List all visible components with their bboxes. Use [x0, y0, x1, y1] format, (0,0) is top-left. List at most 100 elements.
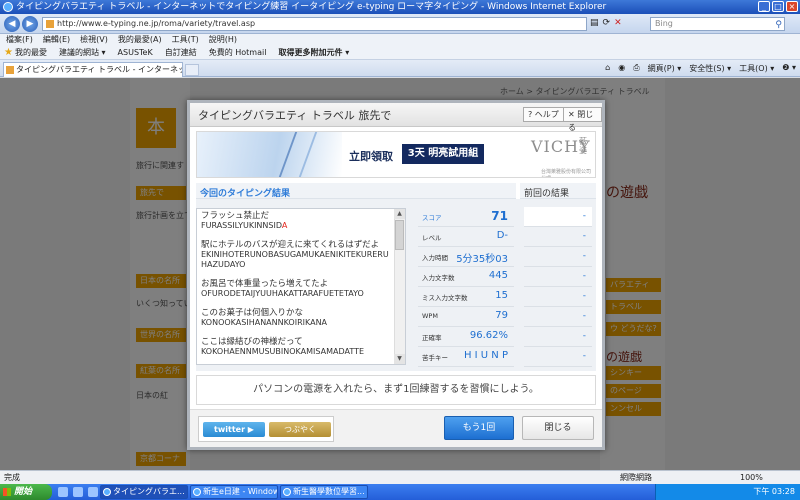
- taskbar-item[interactable]: 新生醫學數位學習...: [280, 485, 368, 499]
- menu-edit[interactable]: 編輯(E): [43, 34, 70, 46]
- home-icon[interactable]: ⌂: [605, 63, 610, 74]
- address-tools: ▤ ⟳ ✕: [590, 18, 622, 28]
- window-close-button[interactable]: ×: [786, 1, 798, 12]
- clock[interactable]: 下午 03:28: [753, 487, 795, 496]
- prev-value: -: [582, 331, 586, 341]
- stat-label: 苦手キー: [422, 354, 448, 362]
- stat-value: 5分35秒03: [456, 254, 508, 265]
- quick-launch-icon[interactable]: [88, 487, 98, 497]
- menu-favorites[interactable]: 我的最愛(A): [118, 34, 162, 46]
- scroll-thumb[interactable]: [395, 220, 404, 250]
- stat-label: ミス入力文字数: [422, 294, 468, 302]
- window-title: タイピングバラエティ トラベル - インターネットでタイピング練習 イータイピン…: [16, 2, 607, 12]
- word-romaji: KONOOKASIHANANNKOIRIKANA: [201, 318, 328, 327]
- stat-value: D-: [496, 230, 508, 241]
- quick-launch: [58, 487, 98, 497]
- page-icon: [46, 20, 54, 28]
- prev-value: -: [582, 231, 586, 241]
- fav-custom-links[interactable]: 自訂連結: [165, 46, 197, 59]
- dialog-footer: twitter ▶ つぶやく もう1回 閉じる: [190, 409, 602, 447]
- tweet-button[interactable]: つぶやく: [269, 422, 331, 437]
- stat-value: 96.62%: [469, 330, 508, 341]
- back-button[interactable]: ◀: [4, 16, 20, 32]
- favorites-button[interactable]: ★ 我的最愛: [4, 46, 47, 59]
- scroll-down-icon[interactable]: ▼: [394, 354, 405, 364]
- ad-brand-sub: 薇姿: [579, 137, 587, 155]
- stats-table: スコア 71 レベル D- 入力時間 5分35秒03 入力文字数 445 ミス入力文字数…: [418, 207, 514, 367]
- feeds-icon[interactable]: ◉: [618, 63, 625, 74]
- ad-trial-badge: 3天 明亮試用組: [402, 144, 484, 164]
- menu-help[interactable]: 說明(H): [209, 34, 237, 46]
- compat-icon[interactable]: ▤: [590, 18, 599, 28]
- retry-button[interactable]: もう1回: [444, 416, 514, 440]
- word-japanese: ここは縁結びの神様だって: [201, 337, 303, 347]
- cmd-safety[interactable]: 安全性(S) ▾: [689, 63, 731, 74]
- fav-asustek[interactable]: ASUSTeK: [118, 46, 153, 59]
- results-header: 今回のタイピング結果: [196, 183, 516, 199]
- prev-value: -: [582, 251, 586, 261]
- search-input[interactable]: Bing ⚲: [650, 17, 785, 31]
- fav-suggested-sites[interactable]: 建議的網站 ▾: [59, 46, 106, 59]
- url-input[interactable]: http://www.e-typing.ne.jp/roma/variety/t…: [42, 17, 587, 31]
- new-tab-button[interactable]: [185, 64, 199, 76]
- stat-weak-keys: 苦手キー H I U N P: [418, 347, 514, 367]
- tab-typing-variety[interactable]: タイピングバラエティ トラベル - インターネッ...: [3, 62, 183, 77]
- security-zone[interactable]: 網際網路: [620, 471, 652, 484]
- typed-words-list[interactable]: フラッシュ禁止だ FURASSILYUKINNSIDA 駅にホテルのバスが迎えに…: [196, 208, 406, 365]
- list-item: ここは縁結びの神様だって KOKOHAENNMUSUBINOKAMISAMADA…: [201, 337, 391, 357]
- ie-icon: [283, 488, 291, 496]
- prev-row: -: [524, 347, 592, 367]
- word-romaji: FURASSILYUKINNSIDA: [201, 221, 391, 231]
- scroll-up-icon[interactable]: ▲: [394, 209, 405, 219]
- stat-wpm: WPM 79: [418, 307, 514, 327]
- start-button[interactable]: 開始: [0, 484, 52, 500]
- word-romaji: EKINIHOTERUNOBASUGAMUKAENIKITEKURERUHAZU…: [201, 250, 389, 269]
- prev-value: -: [582, 271, 586, 281]
- ie-icon: [3, 2, 13, 12]
- tab-bar: タイピングバラエティ トラベル - インターネッ... ⌂ ◉ ⎙ 網頁(P) …: [0, 60, 800, 77]
- stat-score: スコア 71: [418, 207, 514, 227]
- fav-hotmail[interactable]: 免費的 Hotmail: [209, 46, 267, 59]
- fav-addons[interactable]: 取得更多附加元件 ▾: [278, 46, 349, 59]
- command-bar: ⌂ ◉ ⎙ 網頁(P) ▾ 安全性(S) ▾ 工具(O) ▾ ❷ ▾: [605, 63, 796, 74]
- print-icon[interactable]: ⎙: [633, 63, 639, 74]
- system-tray: 下午 03:28: [655, 484, 800, 500]
- help-button[interactable]: ? ヘルプ: [523, 107, 564, 122]
- stat-label: 正確率: [422, 334, 442, 342]
- twitter-button[interactable]: twitter ▶: [203, 422, 265, 437]
- taskbar-item-label: 新生e日建 - Windows...: [203, 487, 277, 496]
- dialog-close-button[interactable]: ✕ 閉じる: [563, 107, 602, 132]
- close-button[interactable]: 閉じる: [522, 416, 594, 440]
- quick-launch-icon[interactable]: [58, 487, 68, 497]
- menu-tools[interactable]: 工具(T): [172, 34, 199, 46]
- word-romaji: OFURODETAIJYUUHAKATTARAFUETETAYO: [201, 289, 364, 298]
- search-icon[interactable]: ⚲: [775, 19, 782, 31]
- quick-launch-icon[interactable]: [73, 487, 83, 497]
- ad-banner[interactable]: 立即領取 3天 明亮試用組 VICHY 薇姿 台灣萊雅股份有限公司代理: [196, 131, 596, 178]
- minimize-button[interactable]: _: [758, 1, 770, 12]
- share-box: twitter ▶ つぶやく: [198, 416, 334, 442]
- prev-value: -: [582, 291, 586, 301]
- words-scrollbar[interactable]: ▲ ▼: [394, 209, 405, 364]
- forward-button[interactable]: ▶: [22, 16, 38, 32]
- zoom-level[interactable]: 100%: [740, 471, 763, 484]
- cmd-help[interactable]: ❷ ▾: [782, 63, 796, 74]
- maximize-button[interactable]: □: [772, 1, 784, 12]
- cmd-page[interactable]: 網頁(P) ▾: [648, 63, 682, 74]
- status-text: 完成: [4, 473, 20, 482]
- favorites-label: 我的最愛: [14, 48, 47, 57]
- refresh-icon[interactable]: ⟳: [603, 18, 611, 28]
- stop-icon[interactable]: ✕: [614, 18, 622, 28]
- ad-decoration: [197, 132, 342, 177]
- taskbar-item[interactable]: タイピングバラエ...: [100, 485, 188, 499]
- previous-results-header: 前回の結果: [520, 183, 596, 199]
- taskbar-item[interactable]: 新生e日建 - Windows...: [190, 485, 278, 499]
- taskbar: 開始 タイピングバラエ... 新生e日建 - Windows... 新生醫學數位…: [0, 484, 800, 500]
- results-header-label: 今回のタイピング結果: [200, 189, 291, 199]
- list-item: フラッシュ禁止だ FURASSILYUKINNSIDA: [201, 211, 391, 231]
- menu-file[interactable]: 檔案(F): [6, 34, 33, 46]
- result-dialog: タイピングバラエティ トラベル 旅先で ? ヘルプ ✕ 閉じる 立即領取 3天 …: [187, 100, 605, 450]
- stat-label: WPM: [422, 312, 438, 320]
- menu-view[interactable]: 檢視(V): [80, 34, 108, 46]
- cmd-tools[interactable]: 工具(O) ▾: [739, 63, 774, 74]
